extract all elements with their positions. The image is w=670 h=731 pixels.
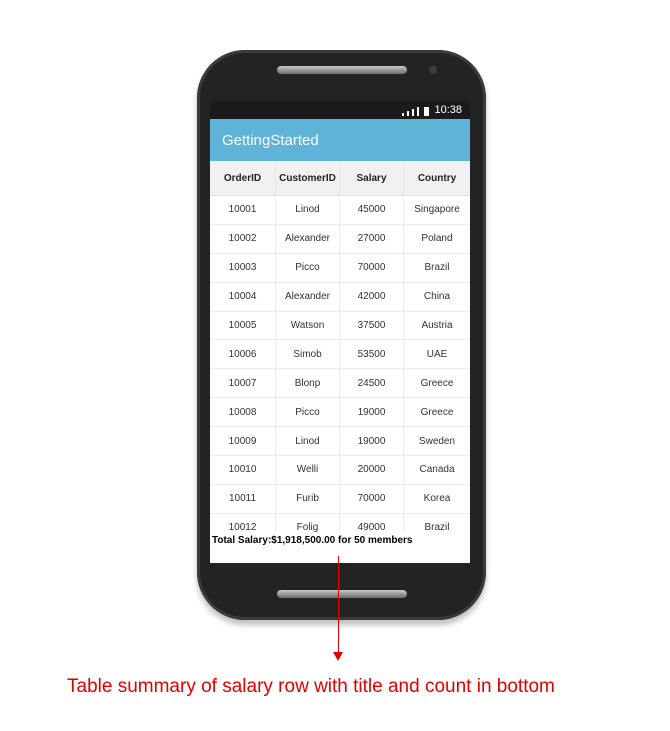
table-row[interactable]: 10003 Picco 70000 Brazil: [210, 253, 470, 283]
phone-screen: 10:38 GettingStarted OrderID CustomerID …: [210, 101, 470, 563]
customerid-cell[interactable]: Alexander: [276, 282, 340, 311]
orderid-cell[interactable]: 10003: [210, 253, 276, 282]
country-cell[interactable]: Sweden: [404, 427, 470, 455]
salary-cell[interactable]: 45000: [340, 196, 404, 224]
column-header-customerid[interactable]: CustomerID: [276, 161, 340, 195]
summary-text: Total Salary:$1,918,500.00 for 50 member…: [212, 535, 413, 546]
country-cell[interactable]: Canada: [404, 456, 470, 484]
orderid-cell[interactable]: 10002: [210, 224, 276, 253]
bottom-speaker: [277, 590, 407, 598]
annotation-arrow-line: [338, 556, 339, 654]
customerid-cell[interactable]: Picco: [276, 253, 340, 282]
annotation-caption: Table summary of salary row with title a…: [67, 676, 555, 697]
salary-cell[interactable]: 19000: [340, 398, 404, 427]
phone-frame: 10:38 GettingStarted OrderID CustomerID …: [197, 50, 486, 620]
grid-body: 10001 Linod 45000 Singapore 10002 Alexander 27…: [210, 196, 470, 543]
customerid-cell[interactable]: Furib: [276, 484, 340, 513]
orderid-cell[interactable]: 10009: [210, 427, 276, 456]
table-row[interactable]: 10009 Linod 19000 Sweden: [210, 427, 470, 457]
table-row[interactable]: 10006 Simob 53500 UAE: [210, 340, 470, 370]
table-row[interactable]: 10008 Picco 19000 Greece: [210, 398, 470, 428]
country-cell[interactable]: Greece: [404, 398, 470, 426]
orderid-cell[interactable]: 10004: [210, 282, 276, 311]
country-cell[interactable]: Brazil: [404, 254, 470, 282]
country-cell[interactable]: China: [404, 283, 470, 311]
orderid-cell[interactable]: 10008: [210, 398, 276, 427]
salary-cell[interactable]: 70000: [340, 253, 404, 282]
salary-cell[interactable]: 20000: [340, 456, 404, 484]
customerid-cell[interactable]: Simob: [276, 340, 340, 369]
table-row[interactable]: 10004 Alexander 42000 China: [210, 282, 470, 312]
annotation-arrow-head: [333, 652, 343, 661]
customerid-cell[interactable]: Watson: [276, 311, 340, 340]
grid-header-row: OrderID CustomerID Salary Country: [210, 161, 470, 196]
salary-cell[interactable]: 70000: [340, 484, 404, 513]
app-title: GettingStarted: [222, 131, 319, 149]
data-grid: OrderID CustomerID Salary Country 10001 L…: [210, 161, 470, 543]
signal-icon: [402, 105, 430, 116]
table-row[interactable]: 10007 Blonp 24500 Greece: [210, 369, 470, 399]
salary-cell[interactable]: 24500: [340, 369, 404, 398]
orderid-cell[interactable]: 10006: [210, 340, 276, 369]
orderid-cell[interactable]: 10007: [210, 369, 276, 398]
country-cell[interactable]: Austria: [404, 312, 470, 340]
top-speaker: [277, 66, 407, 74]
country-cell[interactable]: Poland: [404, 225, 470, 253]
battery-icon: [424, 106, 430, 116]
customerid-cell[interactable]: Linod: [276, 427, 340, 456]
table-row[interactable]: 10010 Welli 20000 Canada: [210, 456, 470, 485]
table-row[interactable]: 10005 Watson 37500 Austria: [210, 311, 470, 341]
country-cell[interactable]: Singapore: [404, 196, 470, 224]
customerid-cell[interactable]: Picco: [276, 398, 340, 427]
salary-cell[interactable]: 27000: [340, 224, 404, 253]
status-bar: 10:38: [210, 101, 470, 119]
column-header-country[interactable]: Country: [404, 161, 470, 195]
table-row[interactable]: 10001 Linod 45000 Singapore: [210, 196, 470, 225]
country-cell[interactable]: Korea: [404, 485, 470, 513]
app-bar: GettingStarted: [210, 119, 470, 161]
front-camera: [429, 66, 437, 74]
table-row[interactable]: 10011 Furib 70000 Korea: [210, 484, 470, 514]
orderid-cell[interactable]: 10005: [210, 311, 276, 340]
orderid-cell[interactable]: 10001: [210, 196, 276, 224]
column-header-orderid[interactable]: OrderID: [210, 161, 276, 195]
table-summary-row: Total Salary:$1,918,500.00 for 50 member…: [210, 532, 470, 563]
country-cell[interactable]: UAE: [404, 340, 470, 368]
salary-cell[interactable]: 37500: [340, 311, 404, 340]
orderid-cell[interactable]: 10010: [210, 456, 276, 484]
customerid-cell[interactable]: Welli: [276, 456, 340, 484]
status-time: 10:38: [434, 104, 462, 116]
customerid-cell[interactable]: Linod: [276, 196, 340, 224]
customerid-cell[interactable]: Alexander: [276, 224, 340, 253]
salary-cell[interactable]: 19000: [340, 427, 404, 456]
table-row[interactable]: 10002 Alexander 27000 Poland: [210, 224, 470, 254]
orderid-cell[interactable]: 10011: [210, 484, 276, 513]
salary-cell[interactable]: 53500: [340, 340, 404, 369]
customerid-cell[interactable]: Blonp: [276, 369, 340, 398]
salary-cell[interactable]: 42000: [340, 282, 404, 311]
column-header-salary[interactable]: Salary: [340, 161, 404, 195]
country-cell[interactable]: Greece: [404, 369, 470, 397]
